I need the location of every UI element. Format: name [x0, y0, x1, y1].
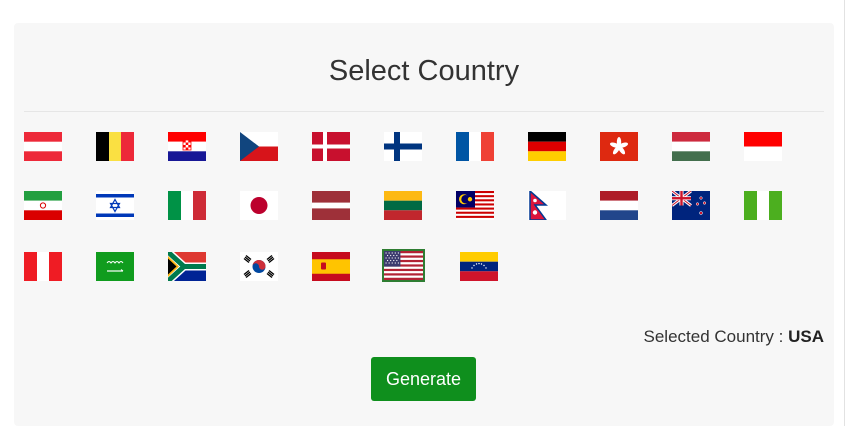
page-scrollbar[interactable] — [844, 0, 845, 426]
divider — [24, 111, 824, 112]
lithuania-flag-icon[interactable] — [384, 191, 422, 220]
hungary-flag-icon[interactable] — [672, 132, 710, 161]
generate-button[interactable]: Generate — [371, 357, 476, 401]
france-flag-icon[interactable] — [456, 132, 494, 161]
japan-flag-icon[interactable] — [240, 191, 278, 220]
finland-flag-icon[interactable] — [384, 132, 422, 161]
country-selector-panel: Select Country Selected Country: USA Ge… — [14, 23, 834, 426]
latvia-flag-icon[interactable] — [312, 191, 350, 220]
germany-flag-icon[interactable] — [528, 132, 566, 161]
nepal-flag-icon[interactable] — [528, 191, 566, 220]
south-korea-flag-icon[interactable] — [240, 252, 278, 281]
denmark-flag-icon[interactable] — [312, 132, 350, 161]
italy-flag-icon[interactable] — [168, 191, 206, 220]
page-title: Select Country — [328, 55, 520, 87]
south-africa-flag-icon[interactable] — [168, 252, 206, 281]
hong-kong-flag-icon[interactable] — [600, 132, 638, 161]
netherlands-flag-icon[interactable] — [600, 191, 638, 220]
spain-flag-icon[interactable] — [312, 252, 350, 281]
iran-flag-icon[interactable] — [24, 191, 62, 220]
selected-country-display: Selected Country : USA — [644, 327, 825, 347]
croatia-flag-icon[interactable] — [168, 132, 206, 161]
nigeria-flag-icon[interactable] — [744, 191, 782, 220]
selected-country-label: Selected Country : — [643, 327, 784, 346]
peru-flag-icon[interactable] — [24, 252, 62, 281]
czech-republic-flag-icon[interactable] — [240, 132, 278, 161]
indonesia-flag-icon[interactable] — [744, 132, 782, 161]
selected-country-value: USA — [788, 327, 824, 346]
usa-flag-icon[interactable] — [382, 249, 425, 282]
saudi-arabia-flag-icon[interactable] — [96, 252, 134, 281]
venezuela-flag-icon[interactable] — [460, 252, 498, 281]
austria-flag-icon[interactable] — [24, 132, 62, 161]
israel-flag-icon[interactable] — [96, 191, 134, 220]
malaysia-flag-icon[interactable] — [456, 191, 494, 220]
belgium-flag-icon[interactable] — [96, 132, 134, 161]
new-zealand-flag-icon[interactable] — [672, 191, 710, 220]
